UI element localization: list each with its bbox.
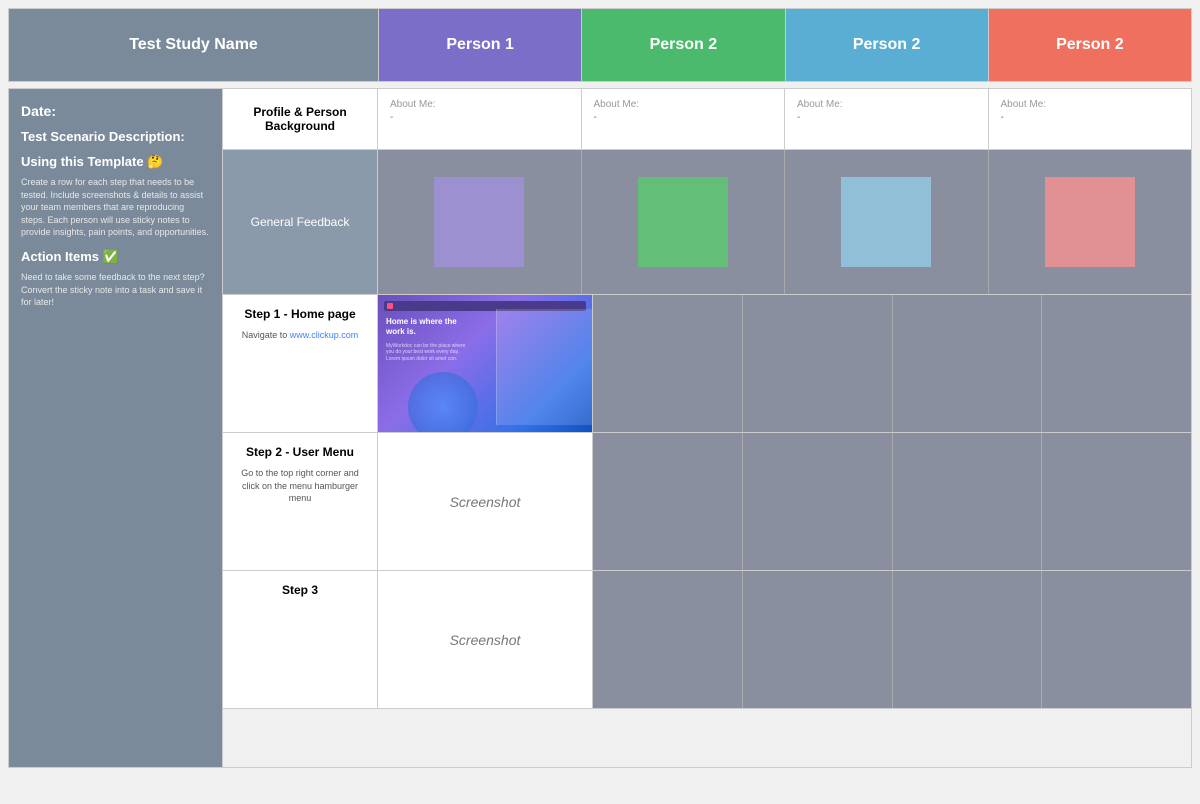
clickup-subtext: MyWorkdoc can be the place whereyou do y… (384, 343, 467, 363)
clickup-logo-dot (387, 303, 393, 309)
right-main-grid: Profile & Person Background About Me: - … (223, 88, 1192, 768)
step-2-label: Step 2 - User Menu Go to the top right c… (223, 433, 378, 570)
step-1-title: Step 1 - Home page (235, 307, 365, 321)
profile-person-4: About Me: - (989, 89, 1192, 149)
step-3-person-4-cell (1042, 571, 1191, 708)
step-3-person-3-cell (893, 571, 1043, 708)
feedback-row: General Feedback (223, 150, 1191, 295)
sidebar-using-title: Using this Template 🤔 (21, 154, 210, 170)
clickup-circle-decoration (408, 372, 478, 432)
profile-row: Profile & Person Background About Me: - … (223, 89, 1191, 150)
step-2-screenshot: Screenshot (378, 433, 593, 570)
profile-person-1: About Me: - (378, 89, 582, 149)
step-2-row: Step 2 - User Menu Go to the top right c… (223, 433, 1191, 571)
person-2c-header: Person 2 (989, 9, 1191, 81)
step-2-title: Step 2 - User Menu (235, 445, 365, 459)
step-1-data-cells (593, 295, 1191, 432)
person-2b-header: Person 2 (786, 9, 989, 81)
step-1-link[interactable]: www.clickup.com (290, 330, 359, 340)
content-area: Date: Test Scenario Description: Using t… (8, 88, 1192, 768)
step-3-person-2-cell (743, 571, 893, 708)
step-3-person-1-cell (593, 571, 743, 708)
header-row: Test Study Name Person 1 Person 2 Person… (8, 8, 1192, 82)
step-2-person-1-cell (593, 433, 743, 570)
sidebar-action-body: Need to take some feedback to the next s… (21, 271, 210, 309)
step-3-data-cells (593, 571, 1191, 708)
left-sidebar: Date: Test Scenario Description: Using t… (8, 88, 223, 768)
sidebar-action-title: Action Items ✅ (21, 249, 210, 265)
feedback-sticky-1 (378, 150, 582, 294)
sidebar-scenario: Test Scenario Description: (21, 129, 210, 144)
person-2a-header: Person 2 (582, 9, 785, 81)
step-1-row: Step 1 - Home page Navigate to www.click… (223, 295, 1191, 433)
step-2-person-3-cell (893, 433, 1043, 570)
sidebar-using-body: Create a row for each step that needs to… (21, 176, 210, 239)
step-2-screenshot-text: Screenshot (450, 494, 521, 510)
profile-person-2: About Me: - (582, 89, 786, 149)
sticky-note-green (638, 177, 728, 267)
feedback-sticky-3 (785, 150, 989, 294)
feedback-label: General Feedback (223, 150, 378, 294)
step-3-row: Step 3 Screenshot (223, 571, 1191, 709)
step-1-person-3-cell (893, 295, 1043, 432)
clickup-side-panel (496, 309, 592, 425)
step-1-screenshot: Home is where thework is. MyWorkdoc can … (378, 295, 593, 432)
feedback-sticky-2 (582, 150, 786, 294)
feedback-sticky-4 (989, 150, 1192, 294)
step-3-title: Step 3 (235, 583, 365, 597)
step-3-screenshot-text: Screenshot (450, 632, 521, 648)
page-wrapper: Test Study Name Person 1 Person 2 Person… (0, 0, 1200, 804)
step-1-person-2-cell (743, 295, 893, 432)
profile-label: Profile & Person Background (223, 89, 378, 149)
sticky-note-purple (434, 177, 524, 267)
step-3-label: Step 3 (223, 571, 378, 708)
sidebar-date: Date: (21, 103, 210, 119)
clickup-screenshot-image: Home is where thework is. MyWorkdoc can … (378, 295, 592, 432)
step-2-description: Go to the top right corner and click on … (235, 467, 365, 505)
clickup-headline: Home is where thework is. (384, 315, 459, 340)
step-1-label: Step 1 - Home page Navigate to www.click… (223, 295, 378, 432)
step-3-screenshot: Screenshot (378, 571, 593, 708)
step-2-person-2-cell (743, 433, 893, 570)
sticky-note-blue (841, 177, 931, 267)
person-1-header: Person 1 (379, 9, 582, 81)
profile-person-3: About Me: - (785, 89, 989, 149)
step-2-data-cells (593, 433, 1191, 570)
study-name-header: Test Study Name (9, 9, 379, 81)
step-1-person-4-cell (1042, 295, 1191, 432)
step-2-person-4-cell (1042, 433, 1191, 570)
step-1-description: Navigate to www.clickup.com (235, 329, 365, 342)
sticky-note-red (1045, 177, 1135, 267)
step-1-person-1-cell (593, 295, 743, 432)
